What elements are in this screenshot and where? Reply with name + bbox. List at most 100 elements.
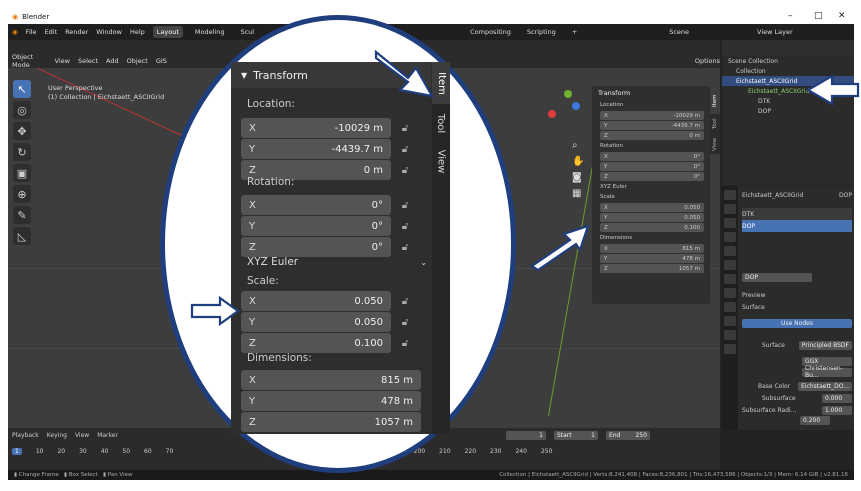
timeline-playback-menu[interactable]: Playback [12,432,39,439]
timeline-marker-menu[interactable]: Marker [97,432,118,439]
timeline-view-menu[interactable]: View [75,432,89,439]
maximize-icon[interactable]: □ [814,11,823,21]
minimize-icon[interactable]: – [788,11,793,21]
zoomed-tab-view[interactable]: View [432,142,450,180]
location-y-field[interactable]: Y -4439.7 m [241,139,391,159]
timeline-keying-menu[interactable]: Keying [47,432,67,439]
ortho-toggle-icon[interactable]: ▦ [572,188,581,199]
dimensions-x-field[interactable]: X 815 m [241,370,421,390]
lock-icon[interactable]: 🔓︎ [398,163,412,177]
lock-icon[interactable]: 🔓︎ [398,142,412,156]
measure-tool-icon[interactable]: ◺ [13,227,31,245]
close-icon[interactable]: ✕ [838,11,846,21]
cursor-tool-icon[interactable]: ◎ [13,101,31,119]
npanel-rotation-z[interactable]: Z 0° [600,172,704,181]
navigation-gizmo[interactable] [544,86,588,130]
lock-icon[interactable]: 🔓︎ [398,240,412,254]
npanel-rotation-mode[interactable]: XYZ Euler [592,182,710,192]
zoomed-tab-tool[interactable]: Tool [432,104,450,142]
npanel-location-z[interactable]: Z0 m [600,131,704,140]
select-tool-icon[interactable]: ↖ [13,80,31,98]
dimensions-y-field[interactable]: Y 478 m [241,391,421,411]
subsurface-radius-row[interactable]: Subsurface Radi... 1.000 [742,405,852,415]
rotation-y-field[interactable]: Y 0° [241,216,391,236]
npanel-tab-tool[interactable]: Tool [710,114,720,134]
rotation-x-field[interactable]: X 0° [241,195,391,215]
move-tool-icon[interactable]: ✥ [13,122,31,140]
menu-file[interactable]: File [26,28,37,36]
lock-icon[interactable]: 🔓︎ [398,294,412,308]
npanel-scale-z[interactable]: Z 0.100 [600,223,704,232]
npanel-location-y[interactable]: Y -4439.7 m [600,121,704,130]
scale-x-field[interactable]: X 0.050 [241,291,391,311]
subsurface-method-dropdown[interactable]: Christensen-Bu... [742,365,852,379]
lock-icon[interactable]: 🔓︎ [398,315,412,329]
viewport-menu-select[interactable]: Select [78,57,98,65]
npanel-rotation-x[interactable]: X 0° [600,152,704,161]
npanel-tab-item[interactable]: Item [710,88,720,114]
workspace-tab-compositing[interactable]: Compositing [466,26,515,38]
npanel-dimensions-x[interactable]: X 815 m [600,244,704,253]
current-frame-field[interactable]: 1 [505,431,546,440]
workspace-tab-scripting[interactable]: Scripting [523,26,560,38]
npanel-tab-view[interactable]: View [710,134,720,154]
add-workspace-button[interactable]: + [568,26,581,38]
lock-icon[interactable]: 🔓︎ [398,219,412,233]
npanel-dimensions-z[interactable]: Z 1057 m [600,264,704,273]
menu-window[interactable]: Window [96,28,122,36]
menu-render[interactable]: Render [65,28,88,36]
lock-icon[interactable]: 🔓︎ [398,198,412,212]
material-slot-dop[interactable]: DOP [742,220,852,232]
gizmo-z-icon[interactable] [572,102,580,110]
zoom-view-icon[interactable]: ⌕ [572,140,578,151]
scale-tool-icon[interactable]: ▣ [13,164,31,182]
annotate-tool-icon[interactable]: ✎ [13,206,31,224]
preview-panel-header[interactable]: Preview [742,290,852,300]
npanel-scale-x[interactable]: X 0.050 [600,203,704,212]
npanel-dimensions-y[interactable]: Y 478 m [600,254,704,263]
camera-view-icon[interactable]: ◙ [572,172,582,183]
playhead[interactable]: 1 [12,448,22,455]
viewport-menu-add[interactable]: Add [106,57,119,65]
start-frame-field[interactable]: Start 1 [553,431,598,440]
dimensions-z-field[interactable]: Z 1057 m [241,412,421,432]
menu-help[interactable]: Help [130,28,145,36]
blender-menu-icon[interactable]: ◉ [12,28,18,36]
workspace-tab-sculpting[interactable]: Scul [236,26,258,38]
use-nodes-button[interactable]: Use Nodes [742,318,852,328]
lock-icon[interactable]: 🔓︎ [398,336,412,350]
lock-icon[interactable]: 🔓︎ [398,121,412,135]
base-color-row[interactable]: Base Color Eichstaett_DO... [742,381,852,391]
viewport-menu-view[interactable]: View [55,57,70,65]
subsurface-row[interactable]: Subsurface 0.000 [742,393,852,403]
scale-z-field[interactable]: Z 0.100 [241,333,391,353]
npanel-scale-y[interactable]: Y 0.050 [600,213,704,222]
workspace-tab-layout[interactable]: Layout [152,26,183,38]
surface-shader-row[interactable]: Surface Principled BSDF [742,340,852,350]
object-mode-dropdown[interactable]: Object Mode [12,53,47,69]
end-frame-field[interactable]: End 250 [605,431,650,440]
workspace-tab-modeling[interactable]: Modeling [191,26,229,38]
subsurface-radius-y[interactable]: 0.200 [742,415,852,425]
location-x-field[interactable]: X -10029 m [241,118,391,138]
outliner-scene-collection[interactable]: Scene Collection [722,56,854,66]
outliner-material-dop[interactable]: DOP [722,106,854,116]
viewport-menu-object[interactable]: Object [127,57,148,65]
npanel-rotation-y[interactable]: Y 0° [600,162,704,171]
scale-y-field[interactable]: Y 0.050 [241,312,391,332]
rotation-mode-dropdown[interactable]: XYZ Euler ⌄ [247,253,427,271]
gizmo-y-icon[interactable] [564,90,572,98]
scene-selector[interactable]: Scene [669,28,689,36]
material-selector[interactable]: DOP [742,272,852,282]
npanel-location-x[interactable]: X -10029 m [600,111,704,120]
gizmo-x-icon[interactable] [548,110,556,118]
pan-view-icon[interactable]: ✋ [572,156,584,167]
options-dropdown[interactable]: Options [695,57,720,65]
viewport-menu-gis[interactable]: GIS [156,57,167,65]
rotate-tool-icon[interactable]: ↻ [13,143,31,161]
material-slot-dtk[interactable]: DTK [742,208,852,220]
view-layer-selector[interactable]: View Layer [757,28,793,36]
surface-panel-header[interactable]: Surface [742,302,852,312]
menu-edit[interactable]: Edit [45,28,58,36]
transform-tool-icon[interactable]: ⊕ [13,185,31,203]
